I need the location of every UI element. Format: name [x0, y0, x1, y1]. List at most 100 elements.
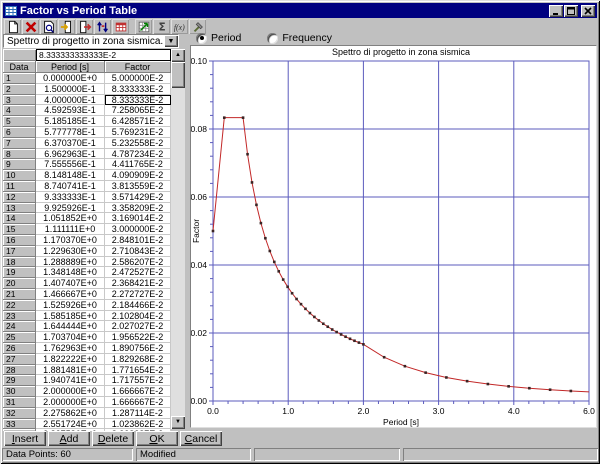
row-header[interactable]: 21 — [3, 289, 36, 300]
row-header[interactable]: 26 — [3, 343, 36, 354]
period-cell[interactable]: 2.275862E+0 — [36, 408, 105, 419]
factor-cell[interactable]: 1.287114E-2 — [105, 408, 171, 419]
factor-cell[interactable]: 2.472527E-2 — [105, 267, 171, 278]
scrollbar-thumb[interactable] — [171, 62, 185, 88]
column-header-data[interactable]: Data — [3, 61, 36, 73]
row-header[interactable]: 17 — [3, 246, 36, 257]
scroll-up-icon[interactable]: ▲ — [171, 49, 185, 62]
period-cell[interactable]: 0.000000E+0 — [36, 73, 105, 84]
factor-cell[interactable]: 1.717557E-2 — [105, 375, 171, 386]
function-button[interactable]: f(x) — [171, 19, 188, 34]
new-document-button[interactable] — [4, 19, 21, 34]
row-header[interactable]: 28 — [3, 365, 36, 376]
column-header-factor[interactable]: Factor — [105, 61, 171, 73]
row-header[interactable]: 12 — [3, 192, 36, 203]
sort-button[interactable] — [94, 19, 111, 34]
period-cell[interactable]: 1.940741E+0 — [36, 375, 105, 386]
period-cell[interactable]: 2.000000E+0 — [36, 386, 105, 397]
period-cell[interactable]: 8.740741E-1 — [36, 181, 105, 192]
row-header[interactable]: 6 — [3, 127, 36, 138]
row-header[interactable]: 1 — [3, 73, 36, 84]
period-cell[interactable]: 5.777778E-1 — [36, 127, 105, 138]
period-cell[interactable]: 1.762963E+0 — [36, 343, 105, 354]
row-header[interactable]: 30 — [3, 386, 36, 397]
period-cell[interactable]: 1.111111E+0 — [36, 224, 105, 235]
factor-cell[interactable]: 3.169014E-2 — [105, 213, 171, 224]
factor-cell[interactable]: 5.769231E-2 — [105, 127, 171, 138]
factor-cell[interactable]: 2.027027E-2 — [105, 321, 171, 332]
row-header[interactable]: 32 — [3, 408, 36, 419]
factor-cell[interactable]: 3.358209E-2 — [105, 203, 171, 214]
row-header[interactable]: 31 — [3, 397, 36, 408]
cancel-button[interactable]: Cancel — [180, 431, 222, 446]
row-header[interactable]: 8 — [3, 149, 36, 160]
row-header[interactable]: 18 — [3, 257, 36, 268]
table-delete-button[interactable] — [112, 19, 129, 34]
insert-button[interactable]: Insert — [4, 431, 46, 446]
period-cell[interactable]: 1.348148E+0 — [36, 267, 105, 278]
row-header[interactable]: 20 — [3, 278, 36, 289]
period-cell[interactable]: 7.555556E-1 — [36, 159, 105, 170]
preview-button[interactable] — [40, 19, 57, 34]
factor-cell[interactable]: 3.000000E-2 — [105, 224, 171, 235]
factor-cell[interactable]: 8.333333E-2 — [105, 95, 171, 106]
period-cell[interactable]: 1.500000E-1 — [36, 84, 105, 95]
factor-cell[interactable]: 3.571429E-2 — [105, 192, 171, 203]
spectrum-select[interactable]: Spettro di progetto in zona sismica. ▼ — [3, 34, 179, 48]
refresh-table-button[interactable] — [135, 19, 152, 34]
title-bar[interactable]: Factor vs Period Table — [3, 3, 597, 18]
factor-cell[interactable]: 4.787234E-2 — [105, 149, 171, 160]
period-cell[interactable]: 9.333333E-1 — [36, 192, 105, 203]
row-header[interactable]: 27 — [3, 354, 36, 365]
row-header[interactable]: 19 — [3, 267, 36, 278]
maximize-button[interactable] — [564, 5, 578, 17]
factor-cell[interactable]: 1.666667E-2 — [105, 386, 171, 397]
period-cell[interactable]: 4.000000E-1 — [36, 95, 105, 106]
scroll-down-icon[interactable]: ▼ — [171, 416, 185, 429]
factor-cell[interactable]: 7.258065E-2 — [105, 105, 171, 116]
table-scrollbar[interactable]: ▲ ▼ — [171, 49, 185, 429]
factor-cell[interactable]: 1.771654E-2 — [105, 365, 171, 376]
close-button[interactable] — [581, 5, 595, 17]
row-header[interactable]: 22 — [3, 300, 36, 311]
period-cell[interactable]: 1.407407E+0 — [36, 278, 105, 289]
period-cell[interactable]: 1.525926E+0 — [36, 300, 105, 311]
factor-cell[interactable]: 5.000000E-2 — [105, 73, 171, 84]
row-header[interactable]: 7 — [3, 138, 36, 149]
row-header[interactable]: 24 — [3, 321, 36, 332]
period-cell[interactable]: 8.148148E-1 — [36, 170, 105, 181]
row-header[interactable]: 2 — [3, 84, 36, 95]
add-button[interactable]: Add — [48, 431, 90, 446]
factor-cell[interactable]: 4.411765E-2 — [105, 159, 171, 170]
factor-cell[interactable]: 6.428571E-2 — [105, 116, 171, 127]
period-cell[interactable]: 1.644444E+0 — [36, 321, 105, 332]
period-cell[interactable]: 2.000000E+0 — [36, 397, 105, 408]
row-header[interactable]: 16 — [3, 235, 36, 246]
period-cell[interactable]: 1.703704E+0 — [36, 332, 105, 343]
row-header[interactable]: 13 — [3, 203, 36, 214]
factor-cell[interactable]: 2.586207E-2 — [105, 257, 171, 268]
factor-cell[interactable]: 2.710843E-2 — [105, 246, 171, 257]
period-cell[interactable]: 1.288889E+0 — [36, 257, 105, 268]
factor-cell[interactable]: 1.829268E-2 — [105, 354, 171, 365]
period-cell[interactable]: 5.185185E-1 — [36, 116, 105, 127]
row-header[interactable]: 4 — [3, 105, 36, 116]
row-header[interactable]: 29 — [3, 375, 36, 386]
row-header[interactable]: 15 — [3, 224, 36, 235]
delete-button[interactable] — [22, 19, 39, 34]
period-cell[interactable]: 1.466667E+0 — [36, 289, 105, 300]
factor-cell[interactable]: 4.090909E-2 — [105, 170, 171, 181]
import-button[interactable] — [58, 19, 75, 34]
factor-cell[interactable]: 1.666667E-2 — [105, 397, 171, 408]
factor-cell[interactable]: 2.272727E-2 — [105, 289, 171, 300]
factor-cell[interactable]: 2.848101E-2 — [105, 235, 171, 246]
period-cell[interactable]: 1.822222E+0 — [36, 354, 105, 365]
period-cell[interactable]: 1.051852E+0 — [36, 213, 105, 224]
period-cell[interactable]: 1.585185E+0 — [36, 311, 105, 322]
period-cell[interactable]: 1.170370E+0 — [36, 235, 105, 246]
period-cell[interactable]: 1.229630E+0 — [36, 246, 105, 257]
cell-editor[interactable]: 8.333333333333E-2 — [36, 49, 171, 61]
row-header[interactable]: 9 — [3, 159, 36, 170]
column-header-period[interactable]: Period [s] — [36, 61, 105, 73]
factor-cell[interactable]: 2.184466E-2 — [105, 300, 171, 311]
